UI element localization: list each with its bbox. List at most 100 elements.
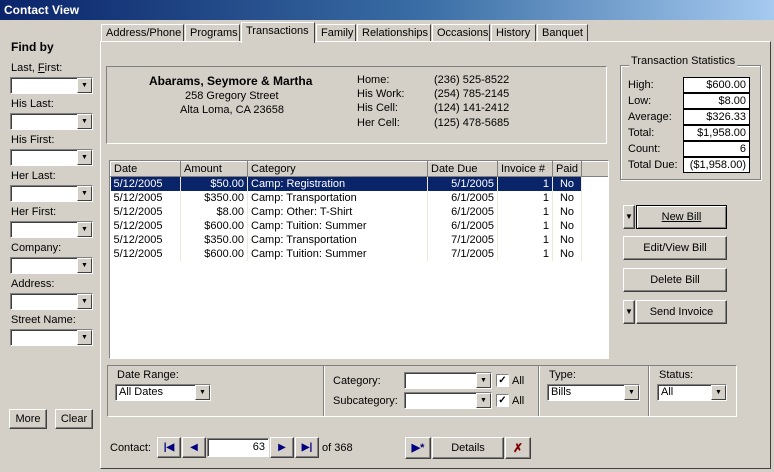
edit-view-bill-button[interactable]: Edit/View Bill (623, 236, 727, 260)
record-number-input[interactable]: 63 (207, 438, 269, 457)
street-name-combo[interactable]: ▼ (10, 329, 93, 346)
chevron-down-icon[interactable]: ▼ (77, 258, 92, 273)
phone-label-home: Home: (357, 74, 390, 86)
phone-value-home: (236) 525-8522 (434, 74, 510, 86)
clear-button[interactable]: Clear (55, 409, 93, 429)
cell-date: 5/12/2005 (110, 204, 181, 219)
delete-record-icon: ✗ (512, 441, 524, 455)
date-range-select[interactable]: All Dates ▼ (115, 384, 211, 401)
last-record-icon: ▶| (301, 442, 313, 453)
delete-bill-button[interactable]: Delete Bill (623, 268, 727, 292)
chevron-down-icon[interactable]: ▼ (476, 373, 491, 388)
chevron-down-icon[interactable]: ▼ (77, 114, 92, 129)
table-row[interactable]: 5/12/2005 $350.00 Camp: Transportation 6… (110, 190, 608, 205)
tab-occasions[interactable]: Occasions (432, 24, 490, 42)
next-record-icon: ▶ (278, 442, 286, 453)
column-header-date-due[interactable]: Date Due (427, 161, 498, 177)
divider (538, 366, 540, 416)
phone-value-her-cell: (125) 478-5685 (434, 117, 510, 129)
contact-name: Abarams, Seymore & Martha (149, 74, 313, 88)
column-header-amount[interactable]: Amount (180, 161, 248, 177)
address-combo[interactable]: ▼ (10, 293, 93, 310)
chevron-down-icon[interactable]: ▼ (77, 150, 92, 165)
cell-date: 5/12/2005 (110, 232, 181, 247)
tab-address-phone[interactable]: Address/Phone (101, 24, 184, 42)
find-by-heading: Find by (11, 40, 54, 54)
cell-date-due: 7/1/2005 (427, 232, 498, 247)
cell-amount: $350.00 (180, 190, 248, 205)
send-invoice-dropdown-button[interactable]: ▼ (623, 300, 635, 324)
date-range-label: Date Range: (117, 369, 179, 381)
chevron-down-icon[interactable]: ▼ (77, 78, 92, 93)
new-record-button[interactable]: ▶* (405, 437, 431, 459)
cell-amount: $8.00 (180, 204, 248, 219)
send-invoice-button[interactable]: Send Invoice (636, 300, 727, 324)
column-header-category[interactable]: Category (247, 161, 428, 177)
last-first-combo[interactable]: ▼ (10, 77, 93, 94)
cell-paid: No (552, 176, 582, 191)
cell-invoice: 1 (497, 176, 553, 191)
table-row[interactable]: 5/12/2005 $600.00 Camp: Tuition: Summer … (110, 218, 608, 233)
window-title: Contact View (0, 0, 774, 20)
column-header-paid[interactable]: Paid (552, 161, 582, 177)
transactions-grid[interactable]: Date Amount Category Date Due Invoice # … (109, 160, 609, 359)
cell-category: Camp: Transportation (247, 232, 428, 247)
divider (323, 366, 325, 416)
table-row[interactable]: 5/12/2005 $350.00 Camp: Transportation 7… (110, 232, 608, 247)
her-last-label: Her Last: (11, 170, 56, 182)
cell-paid: No (552, 218, 582, 233)
her-last-combo[interactable]: ▼ (10, 185, 93, 202)
company-combo[interactable]: ▼ (10, 257, 93, 274)
column-header-invoice[interactable]: Invoice # (497, 161, 553, 177)
chevron-down-icon[interactable]: ▼ (195, 385, 210, 400)
last-record-button[interactable]: ▶| (295, 437, 319, 458)
table-row[interactable]: 5/12/2005 $600.00 Camp: Tuition: Summer … (110, 246, 608, 261)
chevron-down-icon[interactable]: ▼ (77, 330, 92, 345)
last-first-label: Last, First: (11, 62, 63, 74)
next-record-button[interactable]: ▶ (270, 437, 294, 458)
tab-programs[interactable]: Programs (185, 24, 240, 42)
chevron-down-icon[interactable]: ▼ (711, 385, 726, 400)
cell-amount: $600.00 (180, 218, 248, 233)
cell-category: Camp: Tuition: Summer (247, 218, 428, 233)
category-all-checkbox[interactable]: ✓ (496, 374, 509, 387)
column-header-date[interactable]: Date (110, 161, 181, 177)
status-select[interactable]: All ▼ (657, 384, 727, 401)
table-row[interactable]: 5/12/2005 $8.00 Camp: Other: T-Shirt 6/1… (110, 204, 608, 219)
delete-record-button[interactable]: ✗ (505, 437, 531, 459)
category-select[interactable]: ▼ (404, 372, 492, 389)
chevron-down-icon[interactable]: ▼ (77, 222, 92, 237)
contact-city: Alta Loma, CA 23658 (180, 104, 284, 116)
prev-record-button[interactable]: ◀ (182, 437, 206, 458)
tab-family[interactable]: Family (316, 24, 356, 42)
tab-relationships[interactable]: Relationships (357, 24, 431, 42)
column-header-filler (581, 161, 608, 177)
cell-date-due: 7/1/2005 (427, 246, 498, 261)
new-bill-button[interactable]: New Bill (636, 205, 727, 229)
subcategory-select[interactable]: ▼ (404, 392, 492, 409)
chevron-down-icon[interactable]: ▼ (77, 186, 92, 201)
chevron-down-icon[interactable]: ▼ (77, 294, 92, 309)
type-select[interactable]: Bills ▼ (547, 384, 640, 401)
chevron-down-icon[interactable]: ▼ (624, 385, 639, 400)
cell-category: Camp: Other: T-Shirt (247, 204, 428, 219)
subcategory-all-checkbox[interactable]: ✓ (496, 394, 509, 407)
chevron-down-icon[interactable]: ▼ (476, 393, 491, 408)
her-first-combo[interactable]: ▼ (10, 221, 93, 238)
tab-banquet[interactable]: Banquet (537, 24, 588, 42)
table-row[interactable]: 5/12/2005 $50.00 Camp: Registration 5/1/… (110, 176, 608, 191)
tab-transactions[interactable]: Transactions (241, 22, 315, 43)
his-first-label: His First: (11, 134, 55, 146)
his-first-combo[interactable]: ▼ (10, 149, 93, 166)
more-button[interactable]: More (9, 409, 47, 429)
his-last-combo[interactable]: ▼ (10, 113, 93, 130)
first-record-button[interactable]: |◀ (157, 437, 181, 458)
cell-invoice: 1 (497, 232, 553, 247)
contact-info-panel: Abarams, Seymore & Martha 258 Gregory St… (106, 66, 607, 144)
stat-label-count: Count: (628, 143, 661, 155)
tab-history[interactable]: History (491, 24, 536, 42)
stat-label-total-due: Total Due: (628, 159, 678, 171)
stat-value-total: $1,958.00 (683, 125, 750, 141)
new-bill-dropdown-button[interactable]: ▼ (623, 205, 635, 229)
details-button[interactable]: Details (432, 437, 504, 459)
